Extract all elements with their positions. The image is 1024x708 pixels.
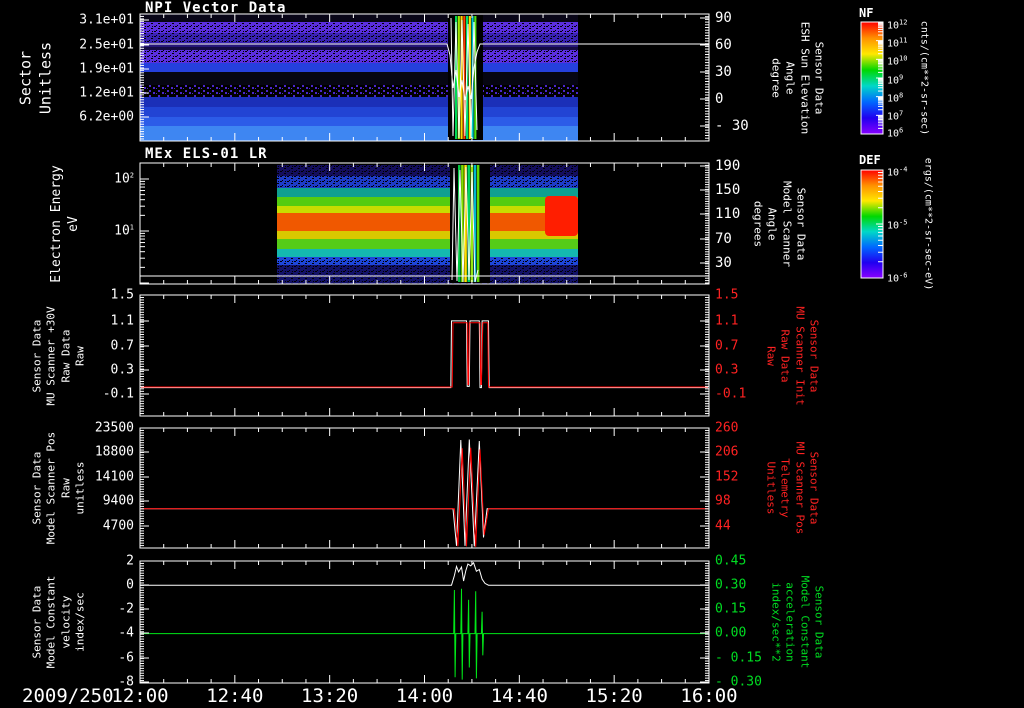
y-axis-label: Sensor Data Model Scanner Pos Raw unitle… <box>30 431 87 545</box>
y-axis-label: Sensor Data Model Constant velocity inde… <box>30 575 87 669</box>
panel-border <box>139 560 710 684</box>
colorbar-tick-label: 106 <box>887 126 904 140</box>
spectrogram-band <box>277 249 578 257</box>
right-tick-label: 60 <box>715 37 732 53</box>
data-series-acceleration-green <box>141 588 708 680</box>
right-tick-label: 0.15 <box>715 601 747 617</box>
y-tick-label: 2 <box>126 553 134 569</box>
spectrogram-band <box>140 107 578 117</box>
right-tick-label: 0 <box>715 91 724 107</box>
disturbance-gap <box>450 164 490 283</box>
right-tick-label: 152 <box>715 469 739 485</box>
right-tick-label: 1.5 <box>715 287 739 303</box>
plot-canvas <box>139 13 884 684</box>
time-tick-label: 14:40 <box>490 685 548 707</box>
spectrogram-band <box>277 206 578 213</box>
spectrogram-band-texture <box>277 257 578 265</box>
right-tick-label: 206 <box>715 444 739 460</box>
right-axis-label: Sensor Data MU Scanner Pos Telemetry Uni… <box>764 441 821 535</box>
right-tick-label: - 30 <box>715 118 749 134</box>
right-tick-label: 98 <box>715 493 731 509</box>
spectrogram-band <box>140 97 578 107</box>
colorbar-tick-label: 10-4 <box>887 165 908 179</box>
right-tick-label: 0.45 <box>715 553 747 569</box>
y-axis-label: Sector Unitless <box>16 41 55 114</box>
right-tick-label: 30 <box>715 255 732 271</box>
spectrogram-band <box>140 47 578 50</box>
y-axis-label: Electron Energy eV <box>49 164 81 283</box>
y-tick-label: 1.5 <box>110 287 134 303</box>
right-tick-label: 0.30 <box>715 577 747 593</box>
spectrogram-band <box>140 126 578 141</box>
panel-border <box>139 427 710 549</box>
colorbar-tick-label: 10-5 <box>887 218 908 232</box>
spectrogram-figure: NPI Vector Data MEx ELS-01 LR 2009/250 N… <box>0 0 1024 708</box>
time-tick-label: 15:20 <box>585 685 643 707</box>
spectrogram-band <box>277 197 578 206</box>
colorbar-tick-label: 10-6 <box>887 271 908 285</box>
time-tick-label: 16:00 <box>680 685 738 707</box>
panel-border <box>139 294 710 417</box>
time-tick-label: 12:40 <box>206 685 264 707</box>
spectrogram-band <box>277 239 578 249</box>
spectrogram-band-texture <box>140 85 578 97</box>
data-series-pos-white <box>141 439 708 547</box>
time-tick-label: 14:00 <box>395 685 454 707</box>
colorbar-tick-label: 1010 <box>887 54 908 68</box>
right-tick-label: 150 <box>715 182 741 198</box>
colorbar-nf-title: NF <box>859 6 874 20</box>
spectrogram-band-texture <box>140 33 578 43</box>
spectrogram-band-texture <box>277 165 578 176</box>
right-tick-label: 0.00 <box>715 625 747 641</box>
spectrogram-band-texture <box>140 50 578 63</box>
spectrogram-band-texture <box>277 265 578 284</box>
right-tick-label: 70 <box>715 231 732 247</box>
right-tick-label: 30 <box>715 64 732 80</box>
right-tick-label: -0.1 <box>715 386 747 402</box>
colorbar-tick-label: 1012 <box>887 18 908 32</box>
spectrogram-band <box>140 63 578 72</box>
right-tick-label: 190 <box>715 158 741 174</box>
y-tick-label: 3.1e+01 <box>79 12 134 28</box>
spectrogram-band <box>140 72 578 85</box>
spectrogram-band <box>277 231 578 239</box>
right-tick-label: 260 <box>715 420 739 436</box>
data-series-pos-red <box>141 447 708 547</box>
right-axis-label: Sensor Data MU Scanner Init Raw Data Raw <box>764 305 821 406</box>
right-tick-label: 44 <box>715 518 731 534</box>
time-tick-label: 12:00 <box>111 685 169 707</box>
right-tick-label: 0.7 <box>715 338 739 354</box>
right-axis-label: Sensor Data Model Constant acceleration … <box>769 575 826 669</box>
right-tick-label: 1.1 <box>715 313 739 329</box>
panel-2-title: MEx ELS-01 LR <box>145 146 268 162</box>
time-tick-label: 13:20 <box>301 685 359 707</box>
disturbance-stripe <box>476 165 480 282</box>
colorbar-def-units: ergs/(cm**2-sr-sec-eV) <box>922 157 934 291</box>
right-axis-label: Sensor Data ESH Sun Elevation Angle degr… <box>769 21 826 134</box>
hot-flux-blob <box>545 196 578 236</box>
spectrogram-band <box>277 188 578 197</box>
right-tick-label: 0.3 <box>715 362 739 378</box>
right-axis-label: Sensor Data Model Scanner Angle degrees <box>751 180 808 267</box>
spectrogram-band <box>277 213 578 231</box>
colorbar-tick-label: 1011 <box>887 36 908 50</box>
colorbar-tick-label: 107 <box>887 109 904 123</box>
right-tick-label: - 0.15 <box>715 650 762 666</box>
right-tick-label: 110 <box>715 206 741 222</box>
spectrogram-band-texture <box>277 176 578 188</box>
y-axis-label: Sensor Data MU Scanner +30V Raw Data Raw <box>30 305 87 406</box>
colorbar-nf-units: cnts/(cm**2-sr-sec) <box>918 20 930 136</box>
panel-1-title: NPI Vector Data <box>145 0 287 16</box>
data-series-raw-white <box>141 320 708 389</box>
right-tick-label: 90 <box>715 10 732 26</box>
spectrogram-band <box>140 117 578 126</box>
spectrogram-band-texture <box>140 22 578 33</box>
colorbar-tick-label: 109 <box>887 73 904 87</box>
colorbar-def-title: DEF <box>859 153 881 167</box>
data-series-raw-red <box>141 322 708 388</box>
colorbar-tick-label: 108 <box>887 91 904 105</box>
